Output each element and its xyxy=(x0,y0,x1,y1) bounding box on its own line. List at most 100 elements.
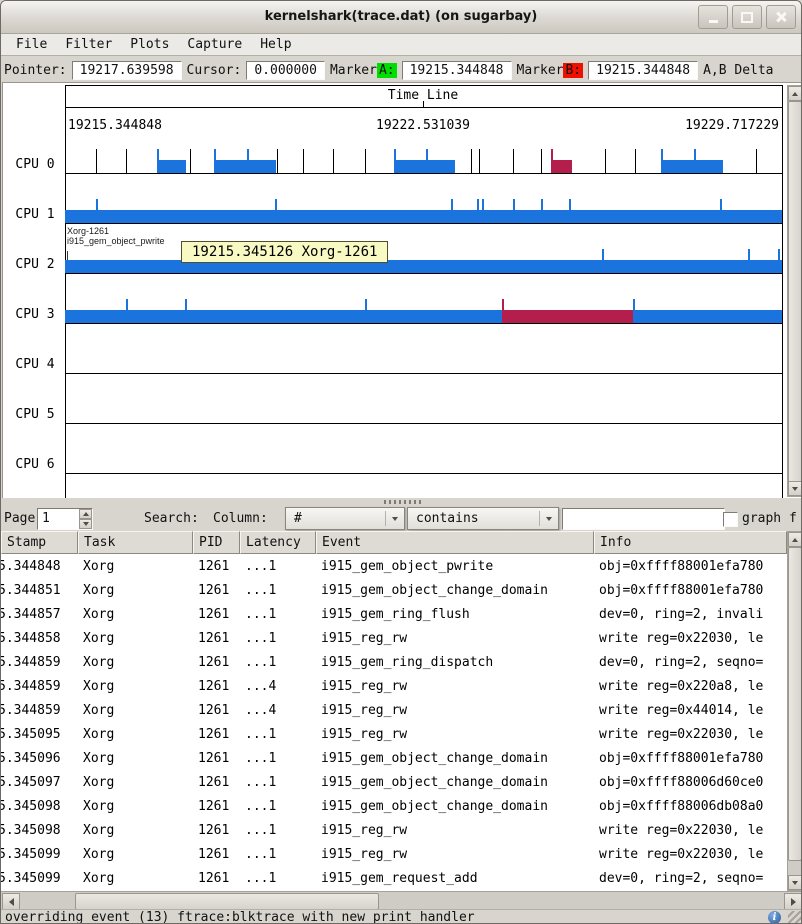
cell-stamp: 5.344848 xyxy=(1,559,78,574)
column-header-task[interactable]: Task xyxy=(78,531,193,554)
table-vertical-scrollbar[interactable] xyxy=(787,531,802,891)
cell-stamp: 5.344859 xyxy=(1,679,78,694)
cell-latency: ...1 xyxy=(240,847,316,862)
cell-stamp: 5.345098 xyxy=(1,799,78,814)
scroll-right-button[interactable] xyxy=(784,893,802,910)
column-select[interactable]: # xyxy=(285,507,405,530)
scroll-left-button[interactable] xyxy=(2,893,20,910)
table-scroll-down-button[interactable] xyxy=(788,875,802,890)
marker-a-value: 19215.344848 xyxy=(402,61,512,80)
titlebar[interactable]: kernelshark(trace.dat) (on sugarbay) xyxy=(1,1,801,34)
graph-follows-checkbox[interactable] xyxy=(723,512,738,527)
horizontal-scrollbar-thumb[interactable] xyxy=(75,893,379,910)
match-select[interactable]: contains xyxy=(407,507,559,530)
page-spin-buttons xyxy=(79,509,92,529)
chevron-down-icon xyxy=(540,517,558,521)
cell-info: obj=0xffff88001efa780 xyxy=(594,583,787,598)
cell-latency: ...1 xyxy=(240,631,316,646)
table-row[interactable]: 5.345098Xorg1261...1i915_reg_rwwrite reg… xyxy=(1,818,787,842)
column-header-stamp[interactable]: Stamp xyxy=(1,531,78,554)
close-button[interactable] xyxy=(766,5,796,29)
cell-pid: 1261 xyxy=(193,871,240,886)
table-row[interactable]: 5.345099Xorg1261...1i915_reg_rwwrite reg… xyxy=(1,842,787,866)
table-row[interactable]: 5.345098Xorg1261...1i915_gem_object_chan… xyxy=(1,794,787,818)
table-row[interactable]: 5.345095Xorg1261...1i915_reg_rwwrite reg… xyxy=(1,722,787,746)
table-row[interactable]: 5.345097Xorg1261...1i915_gem_object_chan… xyxy=(1,770,787,794)
cell-event: i915_reg_rw xyxy=(316,679,594,694)
column-header-latency[interactable]: Latency xyxy=(240,531,316,554)
pane-resize-handle[interactable] xyxy=(384,500,423,504)
cell-task: Xorg xyxy=(78,559,193,574)
cpu1-bar xyxy=(65,210,782,223)
cell-latency: ...4 xyxy=(240,679,316,694)
column-header-pid[interactable]: PID xyxy=(193,531,240,554)
marker-a[interactable]: Marker A: xyxy=(330,63,397,78)
cpu3-bar xyxy=(633,310,782,323)
table-row[interactable]: 5.345096Xorg1261...1i915_gem_object_chan… xyxy=(1,746,787,770)
menu-file[interactable]: File xyxy=(7,35,56,54)
cpu0-event-tick xyxy=(190,149,191,173)
search-input[interactable] xyxy=(562,508,725,530)
table-row[interactable]: 5.345099Xorg1261...1i915_gem_request_add… xyxy=(1,866,787,890)
horizontal-scrollbar[interactable] xyxy=(1,891,802,909)
table-body: 5.344848Xorg1261...1i915_gem_object_pwri… xyxy=(1,554,787,891)
cpu0-event-tick xyxy=(247,149,249,160)
graph-scroll-up-button[interactable] xyxy=(788,86,802,101)
column-header-event[interactable]: Event xyxy=(316,531,594,554)
cell-task: Xorg xyxy=(78,679,193,694)
cpu0-event-tick xyxy=(694,149,696,160)
table-row[interactable]: 5.344859Xorg1261...4i915_reg_rwwrite reg… xyxy=(1,698,787,722)
table-row[interactable]: 5.344859Xorg1261...4i915_reg_rwwrite reg… xyxy=(1,674,787,698)
table-scrollbar-thumb[interactable] xyxy=(788,547,802,861)
pane-separator[interactable] xyxy=(1,498,802,506)
cpu2-event-tick xyxy=(602,249,604,260)
cell-event: i915_gem_ring_dispatch xyxy=(316,655,594,670)
graph-scroll-down-button[interactable] xyxy=(788,481,802,496)
table-row[interactable]: 5.344858Xorg1261...1i915_reg_rwwrite reg… xyxy=(1,626,787,650)
cpu0-event-tick xyxy=(635,149,636,173)
minimize-button[interactable] xyxy=(698,5,728,29)
table-row[interactable]: 5.344857Xorg1261...1i915_gem_ring_flushd… xyxy=(1,602,787,626)
cell-info: dev=0, ring=2, seqno= xyxy=(594,655,787,670)
menu-filter[interactable]: Filter xyxy=(56,35,121,54)
table-row[interactable]: 5.344848Xorg1261...1i915_gem_object_pwri… xyxy=(1,554,787,578)
cell-event: i915_gem_object_change_domain xyxy=(316,751,594,766)
cpu6-baseline xyxy=(65,473,782,474)
graph-scrollbar-thumb[interactable] xyxy=(788,101,802,483)
cell-event: i915_reg_rw xyxy=(316,823,594,838)
cell-stamp: 5.345099 xyxy=(1,871,78,886)
marker-b[interactable]: Marker B: xyxy=(517,63,584,78)
page-spinbox[interactable]: 1 xyxy=(37,508,93,530)
table-row[interactable]: 5.344851Xorg1261...1i915_gem_object_chan… xyxy=(1,578,787,602)
timeline-graph[interactable]: Time Line 19215.344848 19222.531039 1922… xyxy=(3,83,801,498)
spin-down-button[interactable] xyxy=(79,519,92,529)
status-message: overriding event (13) ftrace:blktrace wi… xyxy=(5,910,475,924)
cell-info: obj=0xffff88006d60ce0 xyxy=(594,775,787,790)
cell-pid: 1261 xyxy=(193,847,240,862)
cell-event: i915_gem_object_change_domain xyxy=(316,799,594,814)
cell-info: write reg=0x44014, le xyxy=(594,703,787,718)
menu-help[interactable]: Help xyxy=(251,35,300,54)
hover-task-label: Xorg-1261 xyxy=(67,226,109,236)
table-row[interactable]: 5.344859Xorg1261...1i915_gem_ring_dispat… xyxy=(1,650,787,674)
arrow-down-icon xyxy=(83,522,89,526)
cell-task: Xorg xyxy=(78,823,193,838)
cpu0-event-tick xyxy=(333,149,334,173)
cpu0-event-tick xyxy=(214,149,216,160)
graph-vertical-scrollbar[interactable] xyxy=(787,85,802,497)
spin-up-button[interactable] xyxy=(79,509,92,519)
menu-capture[interactable]: Capture xyxy=(178,35,251,54)
menu-plots[interactable]: Plots xyxy=(121,35,178,54)
cell-event: i915_gem_object_change_domain xyxy=(316,775,594,790)
cell-latency: ...1 xyxy=(240,583,316,598)
cpu0-event-tick xyxy=(471,149,472,173)
column-header-info[interactable]: Info xyxy=(594,531,787,554)
cpu1-event-tick xyxy=(513,199,515,210)
resize-grip[interactable] xyxy=(788,911,802,924)
page-value: 1 xyxy=(42,511,50,526)
maximize-button[interactable] xyxy=(732,5,762,29)
cell-latency: ...1 xyxy=(240,655,316,670)
table-scroll-up-button[interactable] xyxy=(788,532,802,547)
cell-task: Xorg xyxy=(78,727,193,742)
cpu0-event-tick xyxy=(605,149,606,173)
